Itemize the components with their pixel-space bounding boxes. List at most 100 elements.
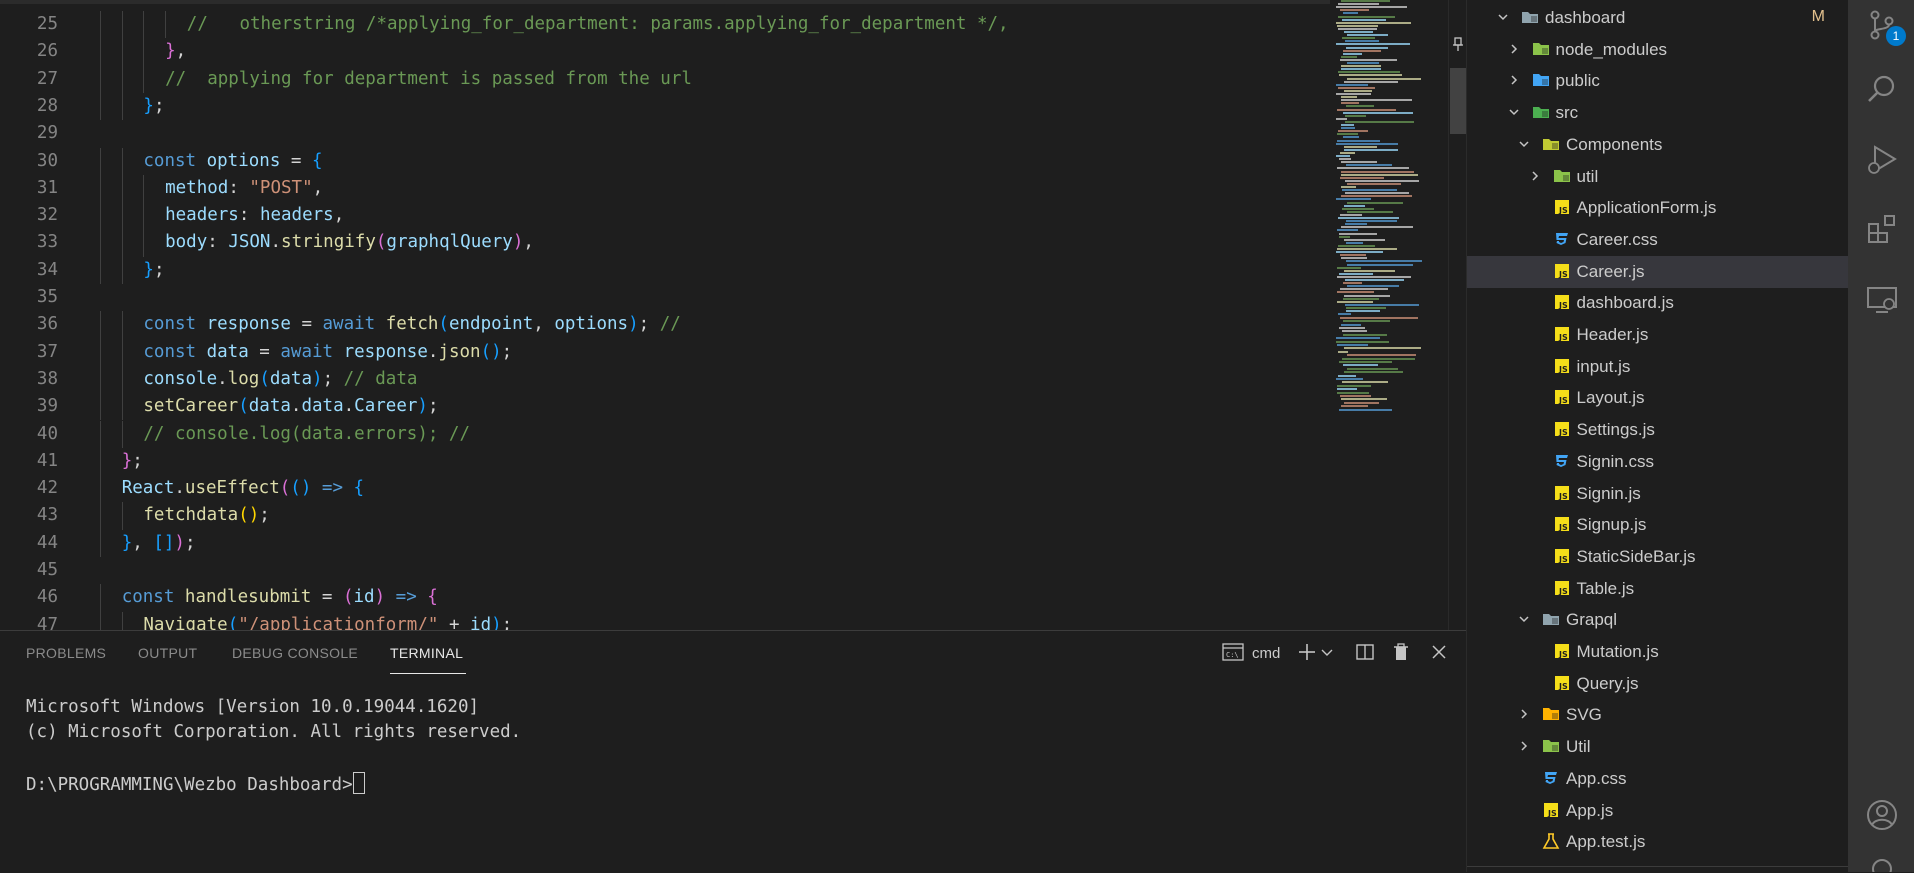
code-line[interactable]: 46 const handlesubmit = (id) => { xyxy=(0,584,1330,612)
minimap-line xyxy=(1347,201,1403,204)
explorer-folder-row[interactable]: Util xyxy=(1467,731,1849,763)
code-token: const xyxy=(121,587,185,608)
tab-problems[interactable]: PROBLEMS xyxy=(26,645,106,661)
explorer-file-row[interactable]: Career.css xyxy=(1467,224,1849,256)
code-line[interactable]: 26}, xyxy=(0,38,1330,66)
minimap-line xyxy=(1342,357,1415,360)
tab-output[interactable]: OUTPUT xyxy=(138,645,197,661)
code-line[interactable]: 34}; xyxy=(0,256,1330,284)
accounts-icon[interactable] xyxy=(1865,798,1899,832)
chevron-down-icon[interactable] xyxy=(1508,106,1520,118)
explorer-file-row[interactable]: JS Career.js xyxy=(1467,255,1849,288)
explorer-file-row[interactable]: JS ApplicationForm.js xyxy=(1467,192,1849,224)
explorer-file-row[interactable]: App.css xyxy=(1467,763,1849,795)
trash-icon[interactable] xyxy=(1390,641,1412,663)
explorer-folder-row[interactable]: public xyxy=(1467,65,1849,97)
terminal-shell-icon[interactable]: C:\ xyxy=(1222,641,1244,663)
code-line[interactable]: 39 setCareer(data.data.Career); xyxy=(0,393,1330,421)
explorer-file-row[interactable]: JS StaticSideBar.js xyxy=(1467,541,1849,573)
manage-gear-icon[interactable] xyxy=(1865,852,1899,872)
code-editor[interactable]: 25 // otherstring /*applying_for_departme… xyxy=(0,0,1466,630)
code-line[interactable]: 37 const data = await response.json(); xyxy=(0,338,1330,366)
explorer-file-row[interactable]: JS Layout.js xyxy=(1467,382,1849,414)
code-line[interactable]: 31 method: "POST", xyxy=(0,174,1330,203)
minimap-line xyxy=(1336,340,1389,343)
explorer-file-row[interactable]: JS Mutation.js xyxy=(1467,636,1849,668)
explorer-folder-row[interactable]: node_modules xyxy=(1467,34,1849,66)
code-line[interactable]: 40 // console.log(data.errors); // xyxy=(0,420,1330,448)
explorer-file-row[interactable]: JS dashboard.js xyxy=(1467,287,1849,319)
code-line[interactable]: 43 fetchdata(); xyxy=(0,502,1330,530)
explorer-file-row[interactable]: Signin.css xyxy=(1467,446,1849,478)
indent-guide xyxy=(143,38,145,66)
code-line[interactable]: 30 const options = { xyxy=(0,147,1330,175)
code-line[interactable]: 33 body: JSON.stringify(graphqlQuery), xyxy=(0,229,1330,257)
explorer-file-row[interactable]: JS Signin.js xyxy=(1467,478,1849,510)
explorer-file-row[interactable]: JS Table.js xyxy=(1467,573,1849,605)
code-line[interactable]: 45 xyxy=(0,557,1330,584)
explorer-file-row[interactable]: JS App.js xyxy=(1467,795,1849,827)
terminal-prompt-line[interactable]: D:\PROGRAMMING\Wezbo Dashboard> xyxy=(26,772,365,795)
code-line[interactable]: 36 const response = await fetch(endpoint,… xyxy=(0,311,1330,339)
tab-terminal[interactable]: TERMINAL xyxy=(390,645,463,661)
code-line[interactable]: 47 Navigate("/applicationform/" + id); xyxy=(0,611,1330,630)
chevron-right-icon[interactable] xyxy=(1508,74,1520,86)
code-line[interactable]: 41}; xyxy=(0,447,1330,476)
code-line[interactable]: 35 xyxy=(0,284,1330,311)
js-file-icon: JS xyxy=(1554,263,1569,279)
code-line[interactable]: 44}, []); xyxy=(0,529,1330,557)
code-token: . xyxy=(174,478,185,499)
explorer-file-row[interactable]: JS Settings.js xyxy=(1467,414,1849,446)
svg-text:C:\: C:\ xyxy=(1226,651,1239,659)
code-line[interactable]: 29 xyxy=(0,120,1330,147)
explorer-file-row[interactable]: JS Query.js xyxy=(1467,668,1849,700)
indent-guide xyxy=(121,502,123,530)
chevron-right-icon[interactable] xyxy=(1508,43,1520,55)
tab-debug-console[interactable]: DEBUG CONSOLE xyxy=(232,645,358,661)
code-line[interactable]: 25 // otherstring /*applying_for_departme… xyxy=(0,11,1330,39)
chevron-right-icon[interactable] xyxy=(1529,170,1541,182)
extensions-icon[interactable] xyxy=(1865,212,1899,246)
code-line[interactable]: 38 console.log(data); // data xyxy=(0,365,1330,394)
run-debug-icon[interactable] xyxy=(1865,142,1899,176)
editor-scrollbar-thumb[interactable] xyxy=(1450,68,1466,134)
close-icon[interactable] xyxy=(1428,641,1450,663)
chevron-down-icon[interactable] xyxy=(1518,613,1530,625)
svg-text:JS: JS xyxy=(1558,270,1568,279)
indent-guide xyxy=(121,65,123,93)
shell-label[interactable]: cmd xyxy=(1252,645,1280,662)
split-terminal-icon[interactable] xyxy=(1354,641,1376,663)
explorer-file-row[interactable]: JS input.js xyxy=(1467,351,1849,383)
explorer-folder-row[interactable]: util xyxy=(1467,161,1849,193)
code-text: setCareer(data.data.Career); xyxy=(143,393,438,420)
code-line[interactable]: 28}; xyxy=(0,92,1330,121)
pin-icon[interactable] xyxy=(1450,36,1466,52)
code-line[interactable]: 42 React.useEffect(() => { xyxy=(0,475,1330,503)
code-line[interactable]: 32 headers: headers, xyxy=(0,202,1330,230)
minimap[interactable] xyxy=(1334,0,1446,630)
code-token: await xyxy=(280,341,344,362)
chevron-down-icon[interactable] xyxy=(1518,138,1530,150)
minimap-line xyxy=(1338,350,1348,353)
line-number: 27 xyxy=(36,68,58,89)
explorer-folder-row[interactable]: src xyxy=(1467,97,1849,129)
outline-section-edge[interactable] xyxy=(1467,866,1849,872)
explorer-folder-row[interactable]: Grapql xyxy=(1467,604,1849,636)
explorer-folder-row[interactable]: SVG xyxy=(1467,699,1849,731)
explorer-file-row[interactable]: JS Header.js xyxy=(1467,319,1849,351)
indent-guide xyxy=(100,311,101,339)
explorer-folder-row[interactable]: dashboard M xyxy=(1467,2,1849,34)
explorer-file-row[interactable]: JS Signup.js xyxy=(1467,509,1849,541)
chevron-right-icon[interactable] xyxy=(1518,740,1530,752)
minimap-line xyxy=(1336,6,1407,9)
explorer-file-row[interactable]: App.test.js xyxy=(1467,826,1849,858)
explorer-folder-row[interactable]: Components xyxy=(1467,129,1849,161)
chevron-right-icon[interactable] xyxy=(1518,708,1530,720)
minimap-line xyxy=(1341,65,1381,68)
remote-explorer-icon[interactable] xyxy=(1865,282,1899,316)
new-terminal-icon[interactable] xyxy=(1296,641,1318,663)
chevron-down-icon[interactable] xyxy=(1320,641,1334,663)
code-line[interactable]: 27 // applying for department is passed f… xyxy=(0,65,1330,93)
search-icon[interactable] xyxy=(1865,72,1899,106)
chevron-down-icon[interactable] xyxy=(1497,11,1509,23)
